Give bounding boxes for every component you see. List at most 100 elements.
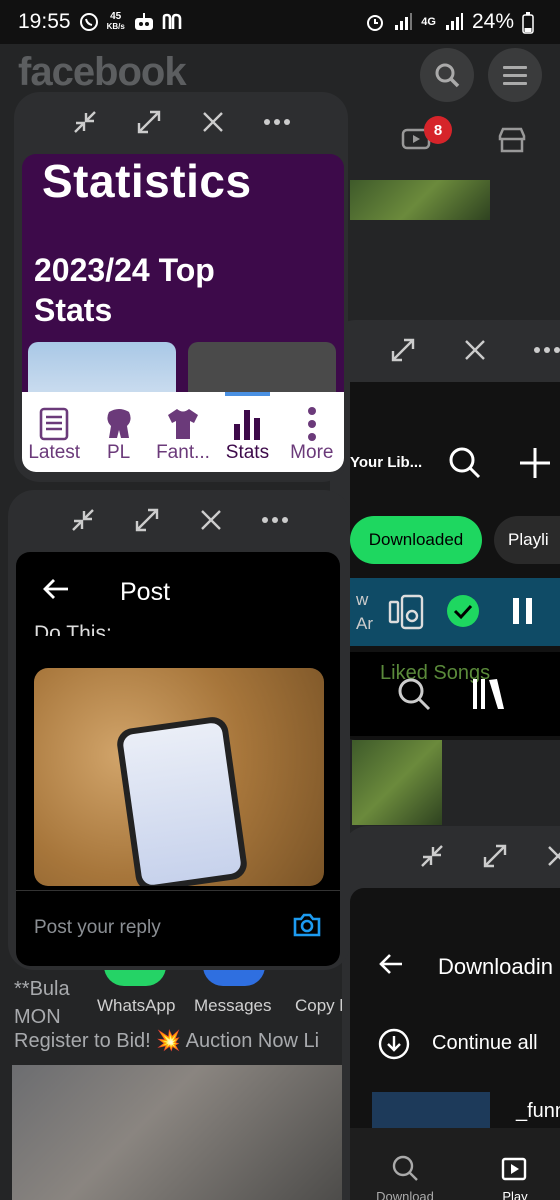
- tab-stats[interactable]: Stats: [215, 392, 279, 472]
- download-circle-icon[interactable]: [378, 1028, 410, 1065]
- post-header: Post: [16, 552, 340, 632]
- post-image: [12, 1065, 352, 1200]
- background-photo-2: [352, 740, 442, 825]
- battery-percent: 24%: [471, 10, 514, 33]
- library-nav-icon[interactable]: [470, 676, 506, 717]
- maximize-icon[interactable]: [132, 105, 166, 139]
- close-icon[interactable]: [458, 333, 492, 367]
- spotify-popup-window[interactable]: Your Lib... Downloaded Playli w Ar Liked…: [330, 320, 560, 740]
- alarm-icon: [365, 12, 385, 32]
- window-controls: [330, 320, 560, 380]
- robot-icon: [133, 12, 153, 32]
- app-n-icon: [161, 12, 182, 32]
- camera-icon[interactable]: [292, 912, 322, 944]
- nav-play[interactable]: Play: [460, 1128, 560, 1200]
- shirt-icon: [168, 409, 199, 439]
- filter-playlists[interactable]: Playli: [494, 516, 560, 564]
- now-playing-bar[interactable]: w Ar: [350, 578, 560, 646]
- nav-download[interactable]: Download: [350, 1128, 460, 1200]
- play-icon: [501, 1157, 527, 1181]
- download-thumbnail: [372, 1092, 490, 1128]
- maximize-icon[interactable]: [386, 333, 420, 367]
- downloads-bottom-nav: Download Play: [350, 1128, 560, 1200]
- stat-card[interactable]: [28, 342, 176, 392]
- signal-icon: [393, 12, 413, 32]
- x-post-popup-window[interactable]: Post Do This: Post your reply: [8, 490, 350, 970]
- signal-icon-2: [444, 12, 464, 32]
- status-bar: 19:55 45 KB/s 4G 24%: [0, 0, 560, 44]
- more-horizontal-icon[interactable]: [530, 333, 560, 367]
- battery-icon: [522, 12, 542, 34]
- marketplace-icon: [498, 127, 526, 153]
- back-arrow-icon[interactable]: [378, 952, 404, 981]
- clock: 19:55: [18, 10, 71, 33]
- downloads-title: Downloadin: [438, 954, 553, 979]
- notification-badge: 8: [424, 116, 452, 144]
- menu-button[interactable]: [488, 48, 542, 102]
- window-controls: [8, 490, 350, 550]
- phone-in-image: [115, 715, 249, 886]
- post-title: Post: [120, 577, 171, 606]
- stat-card[interactable]: [188, 342, 336, 392]
- close-icon[interactable]: [543, 839, 560, 873]
- window-controls: [14, 92, 348, 152]
- tab-fantasy[interactable]: Fant...: [151, 392, 215, 472]
- share-whatsapp[interactable]: WhatsApp: [97, 996, 175, 1016]
- x-post-content: Post Do This: Post your reply: [16, 552, 340, 966]
- close-icon[interactable]: [194, 503, 228, 537]
- search-icon[interactable]: [448, 446, 482, 485]
- menu-icon: [503, 66, 527, 85]
- pl-stats-content: Statistics 2023/24 Top Stats: [22, 154, 344, 392]
- liked-check-icon[interactable]: [446, 594, 480, 633]
- downloads-content: Downloadin Continue all _funn Download P…: [350, 888, 560, 1200]
- minimize-icon[interactable]: [66, 503, 100, 537]
- network-speed: 45 KB/s: [106, 11, 125, 32]
- maximize-icon[interactable]: [481, 839, 510, 873]
- maximize-icon[interactable]: [130, 503, 164, 537]
- search-button[interactable]: [420, 48, 474, 102]
- stats-heading: 2023/24 Top Stats: [34, 252, 215, 328]
- close-icon[interactable]: [196, 105, 230, 139]
- tab-pl[interactable]: PL: [86, 392, 150, 472]
- download-item-name[interactable]: _funn: [516, 1100, 560, 1123]
- tab-latest[interactable]: Latest: [22, 392, 86, 472]
- news-icon: [39, 407, 69, 441]
- tab-more[interactable]: More: [280, 392, 344, 472]
- network-type: 4G: [421, 16, 436, 28]
- search-nav-icon[interactable]: [396, 676, 432, 717]
- post-text: **Bula MON: [14, 978, 70, 1028]
- continue-all-button[interactable]: Continue all: [432, 1032, 538, 1055]
- more-vertical-icon: [307, 407, 316, 441]
- marketplace-tab[interactable]: [492, 120, 532, 160]
- minimize-icon[interactable]: [68, 105, 102, 139]
- share-copy-link[interactable]: Copy li: [295, 996, 347, 1016]
- bar-chart-icon: [234, 410, 261, 440]
- connect-device-icon[interactable]: [388, 594, 424, 635]
- facebook-logo: facebook: [18, 50, 187, 94]
- whatsapp-icon: [79, 12, 99, 32]
- add-icon[interactable]: [518, 446, 552, 485]
- search-icon: [392, 1155, 418, 1181]
- post-text-cut: Do This:: [34, 622, 112, 636]
- window-controls: [342, 826, 560, 886]
- share-messages[interactable]: Messages: [194, 996, 271, 1016]
- reply-input[interactable]: Post your reply: [16, 890, 340, 964]
- post-image[interactable]: [34, 668, 324, 886]
- filter-downloaded[interactable]: Downloaded: [350, 516, 482, 564]
- minimize-icon[interactable]: [418, 839, 447, 873]
- library-label: Your Lib...: [350, 454, 423, 471]
- back-arrow-icon[interactable]: [42, 577, 70, 608]
- spotify-bottom-nav: Liked Songs: [350, 652, 560, 736]
- lion-icon: [107, 409, 131, 438]
- more-horizontal-icon[interactable]: [258, 503, 292, 537]
- premier-league-popup-window[interactable]: Statistics 2023/24 Top Stats Latest PL F…: [14, 92, 348, 482]
- background-photo: [350, 180, 490, 220]
- spotify-content: Your Lib... Downloaded Playli w Ar Liked…: [350, 382, 560, 740]
- pause-icon[interactable]: [510, 596, 536, 631]
- pl-bottom-nav: Latest PL Fant... Stats More: [22, 392, 344, 472]
- post-text-line: Register to Bid! 💥 Auction Now Li: [14, 1030, 320, 1052]
- search-icon: [435, 63, 460, 88]
- more-horizontal-icon[interactable]: [260, 105, 294, 139]
- page-title: Statistics: [42, 155, 252, 207]
- downloads-popup-window[interactable]: Downloadin Continue all _funn Download P…: [342, 826, 560, 1200]
